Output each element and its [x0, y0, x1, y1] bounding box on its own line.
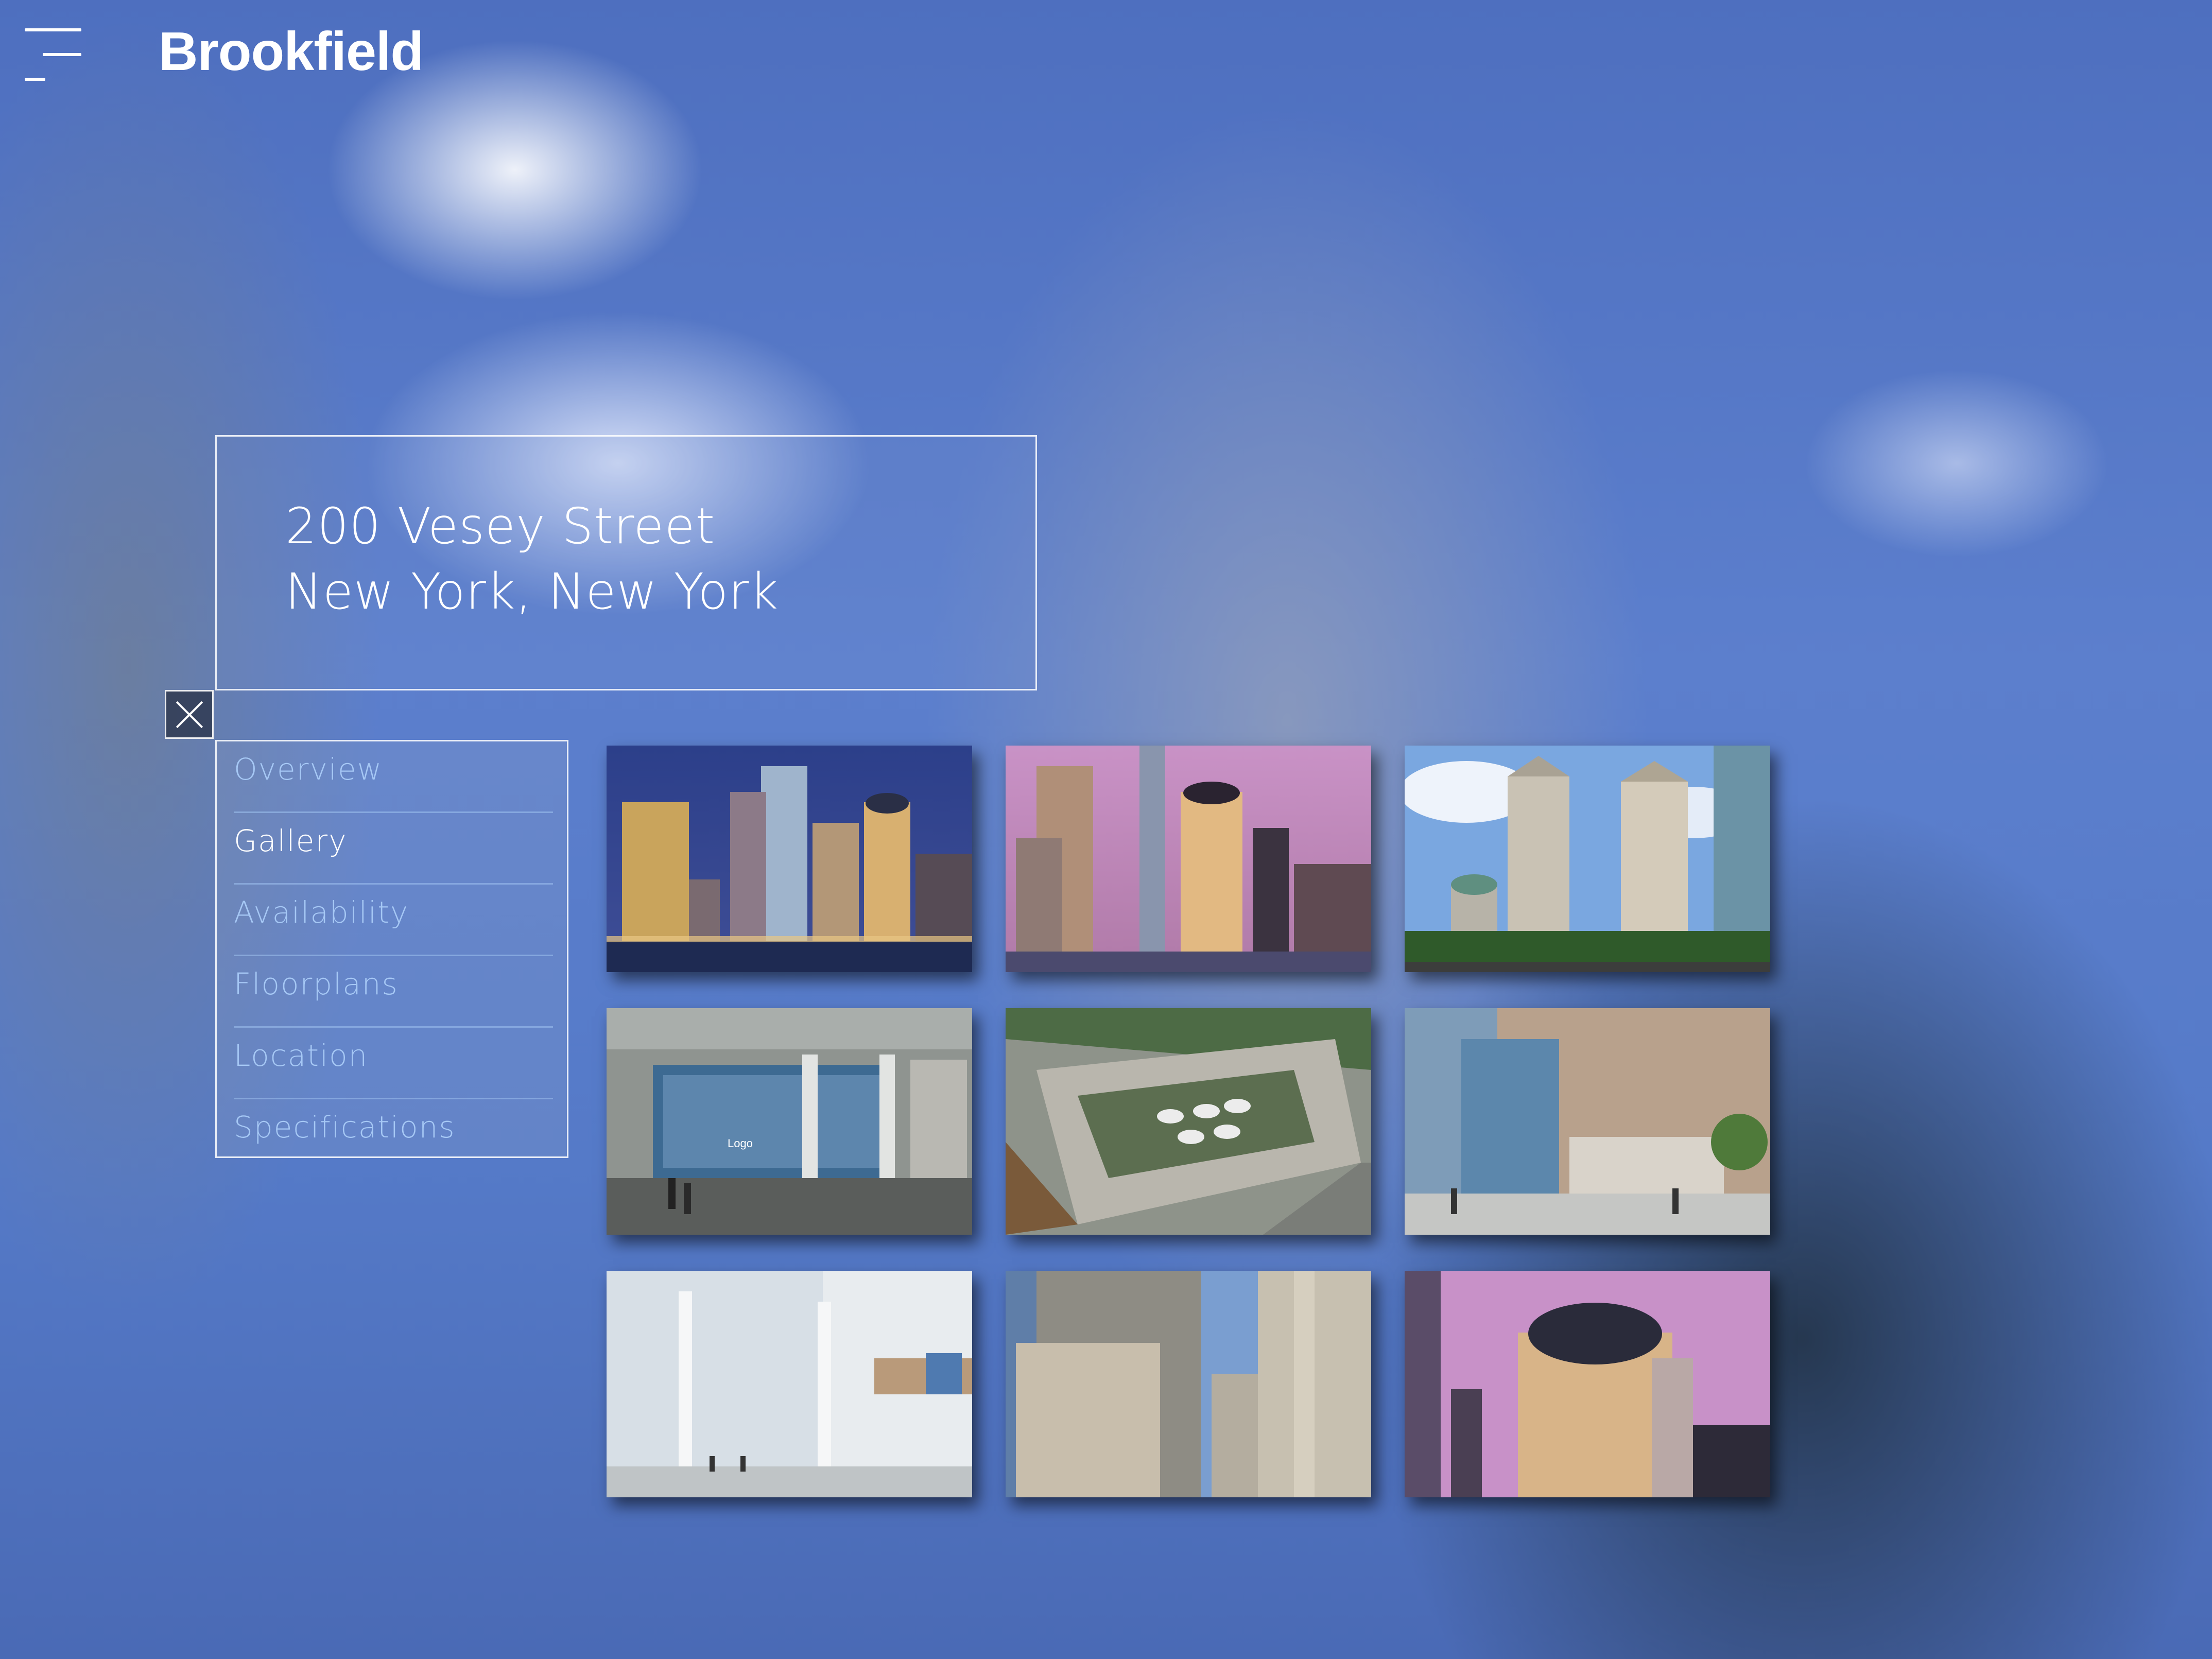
gallery-thumbnail-skyline-pink[interactable] [1006, 746, 1371, 972]
tower-facades-image [1006, 1271, 1371, 1497]
domed-tower-image [1405, 1271, 1770, 1497]
nav-item-gallery[interactable]: Gallery [234, 813, 553, 885]
gallery-thumbnail-rooftop[interactable] [1006, 1008, 1371, 1235]
nav-item-specifications[interactable]: Specifications [234, 1099, 553, 1171]
hamburger-menu-icon[interactable] [25, 28, 81, 82]
gallery-thumbnail-skyline-dusk[interactable] [607, 746, 972, 972]
nav-item-overview[interactable]: Overview [234, 741, 553, 813]
close-icon[interactable] [165, 690, 214, 739]
nav-item-label: Gallery [234, 823, 348, 858]
nav-item-availability[interactable]: Availability [234, 885, 553, 956]
nav-item-label: Specifications [234, 1110, 456, 1145]
nav-item-label: Location [234, 1038, 369, 1073]
menu-line [25, 28, 81, 31]
nav-item-floorplans[interactable]: Floorplans [234, 956, 553, 1028]
nav-item-label: Availability [234, 895, 409, 930]
skyline-pink-image [1006, 746, 1371, 972]
top-bar: Brookfield [0, 0, 2212, 103]
gallery-thumbnail-lobby[interactable]: Logo [607, 1008, 972, 1235]
atrium-rendering-image [607, 1271, 972, 1497]
brand-logo[interactable]: Brookfield [159, 21, 424, 83]
nav-item-location[interactable]: Location [234, 1028, 553, 1099]
rooftop-terrace-image [1006, 1008, 1371, 1235]
nav-item-label: Overview [234, 752, 383, 787]
plaza-entrance-image [1405, 1008, 1770, 1235]
property-nav-menu: Overview Gallery Availability Floorplans… [215, 740, 568, 1158]
towers-daytime-image [1405, 746, 1770, 972]
gallery-thumbnail-atrium[interactable] [607, 1271, 972, 1497]
gallery-thumbnail-facades[interactable] [1006, 1271, 1371, 1497]
menu-line [25, 78, 45, 81]
property-title-panel: 200 Vesey Street New York, New York [215, 435, 1037, 690]
lobby-rendering-image: Logo [607, 1008, 972, 1235]
menu-line [43, 53, 81, 56]
address-line-2: New York, New York [285, 563, 779, 620]
nav-item-label: Floorplans [234, 966, 399, 1001]
address-line-1: 200 Vesey Street [285, 497, 716, 555]
skyline-dusk-image [607, 746, 972, 972]
gallery-thumbnail-towers-day[interactable] [1405, 746, 1770, 972]
gallery-thumbnail-domed-tower[interactable] [1405, 1271, 1770, 1497]
gallery-thumbnail-plaza[interactable] [1405, 1008, 1770, 1235]
logo-wall-text: Logo [728, 1137, 753, 1150]
